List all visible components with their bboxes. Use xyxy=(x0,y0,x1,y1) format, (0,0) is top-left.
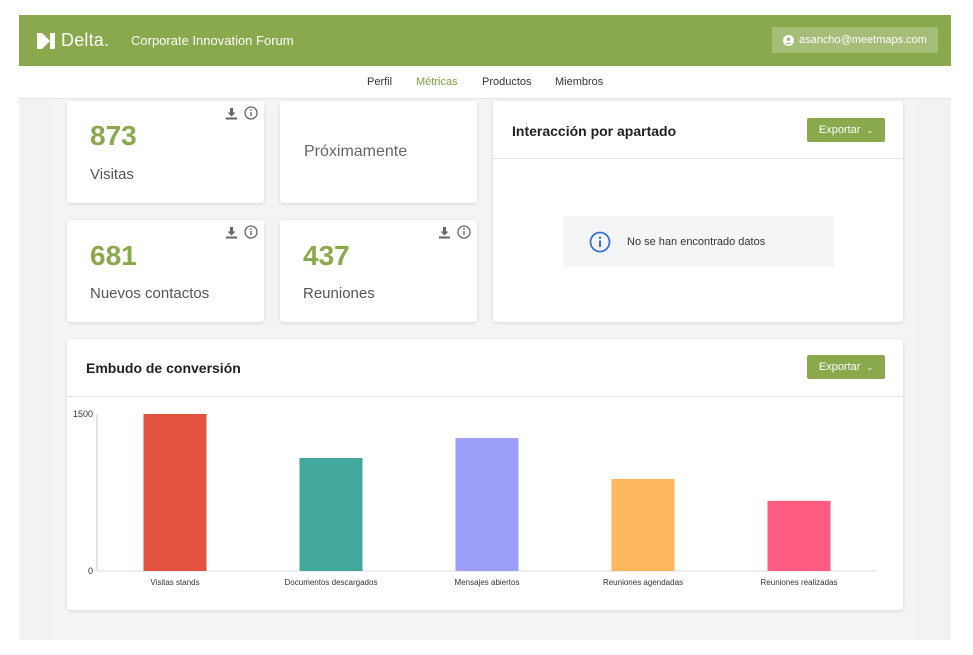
empty-state: No se han encontrado datos xyxy=(563,216,834,267)
bar[interactable] xyxy=(767,500,831,571)
tab-perfil[interactable]: Perfil xyxy=(367,76,392,88)
stat-card-meetings: 437 Reuniones xyxy=(280,220,477,322)
funnel-panel: Embudo de conversión Exportar ⌄ 1500 0 Vis… xyxy=(67,339,903,610)
download-icon[interactable] xyxy=(438,226,451,239)
meetings-value: 437 xyxy=(303,240,350,271)
x-tick-label: Mensajes abiertos xyxy=(455,578,520,587)
empty-message: No se han encontrado datos xyxy=(627,235,766,248)
delta-logo-icon xyxy=(37,32,55,49)
user-account-button[interactable]: asancho@meetmaps.com xyxy=(772,27,938,53)
y-tick-label: 0 xyxy=(88,566,93,576)
bar[interactable] xyxy=(299,457,363,571)
visits-value: 873 xyxy=(90,120,137,151)
x-tick-label: Documentos descargados xyxy=(285,578,378,587)
bar[interactable] xyxy=(455,438,519,571)
info-icon[interactable] xyxy=(244,106,258,120)
stat-card-coming-soon: Próximamente xyxy=(280,101,477,203)
download-icon[interactable] xyxy=(225,226,238,239)
tab-miembros[interactable]: Miembros xyxy=(555,76,603,88)
info-icon[interactable] xyxy=(244,225,258,239)
x-tick-label: Reuniones agendadas xyxy=(603,578,683,587)
event-title: Corporate Innovation Forum xyxy=(131,33,294,48)
divider xyxy=(493,158,903,159)
info-icon[interactable] xyxy=(457,225,471,239)
bar[interactable] xyxy=(143,414,207,571)
top-bar: Delta. Corporate Innovation Forum asanch… xyxy=(19,15,951,66)
interaction-export-button[interactable]: Exportar ⌄ xyxy=(807,118,885,142)
chevron-down-icon: ⌄ xyxy=(866,125,874,135)
y-tick-label: 1500 xyxy=(73,409,93,419)
user-circle-icon xyxy=(783,34,795,46)
bar[interactable] xyxy=(611,478,675,571)
stat-card-visits: 873 Visitas xyxy=(67,101,264,203)
visits-label: Visitas xyxy=(90,166,134,183)
logo[interactable]: Delta. xyxy=(37,30,109,51)
funnel-bar-chart: 1500 0 Visitas stands Documentos descargado… xyxy=(73,409,877,587)
app-window: Delta. Corporate Innovation Forum asanch… xyxy=(19,15,951,640)
interaction-panel-title: Interacción por apartado xyxy=(512,123,677,139)
interaction-panel: Interacción por apartado Exportar ⌄ No s… xyxy=(493,101,903,322)
coming-soon-label: Próximamente xyxy=(304,143,408,160)
export-label: Exportar xyxy=(818,124,861,136)
info-icon xyxy=(589,231,611,252)
meetings-label: Reuniones xyxy=(303,285,375,302)
stat-card-contacts: 681 Nuevos contactos xyxy=(67,220,264,322)
user-email: asancho@meetmaps.com xyxy=(799,34,927,46)
contacts-value: 681 xyxy=(90,240,137,271)
contacts-label: Nuevos contactos xyxy=(90,285,210,302)
tab-metricas[interactable]: Métricas xyxy=(416,76,458,88)
x-tick-label: Reuniones realizadas xyxy=(761,578,838,587)
tab-productos[interactable]: Productos xyxy=(482,76,532,88)
download-icon[interactable] xyxy=(225,107,238,120)
logo-text: Delta. xyxy=(61,30,110,50)
metrics-content: 873 Visitas Próximamente 681 Nuevos cont… xyxy=(52,99,918,640)
x-tick-label: Visitas stands xyxy=(150,578,199,587)
sub-navigation: Perfil Métricas Productos Miembros xyxy=(19,66,951,99)
